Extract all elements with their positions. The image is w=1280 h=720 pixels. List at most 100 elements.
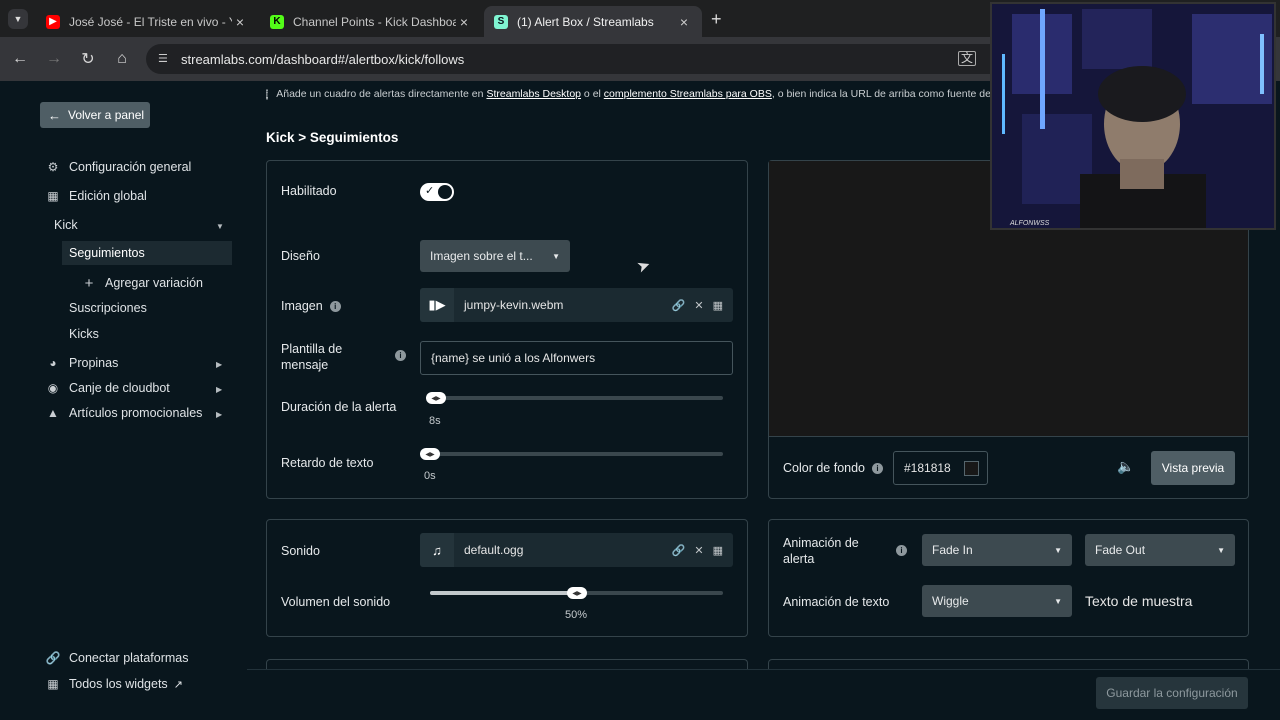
- webcam-overlay: ALFONWSS: [990, 2, 1276, 230]
- sound-label: Sonido: [281, 544, 320, 558]
- browser-tab-kick[interactable]: K Channel Points - Kick Dashboar ×: [260, 6, 482, 37]
- widgets-icon: ▦: [47, 677, 59, 691]
- sound-file-field[interactable]: ♫ default.ogg 🔗 ✕ ▦: [420, 533, 733, 567]
- close-icon[interactable]: ✕: [694, 299, 703, 312]
- color-swatch[interactable]: [964, 461, 979, 476]
- duration-value: 8s: [429, 415, 441, 427]
- duration-label: Duración de la alerta: [281, 400, 397, 414]
- info-icon: i: [329, 300, 341, 312]
- obs-plugin-link[interactable]: complemento Streamlabs para OBS: [604, 88, 772, 100]
- template-label: Plantilla de mensaje: [281, 342, 343, 372]
- tab-search-button[interactable]: ▼: [8, 9, 28, 29]
- bg-color-input[interactable]: #181818: [893, 451, 988, 485]
- browser-tab-streamlabs[interactable]: S (1) Alert Box / Streamlabs ×: [484, 6, 702, 37]
- save-settings-button[interactable]: Guardar la configuración: [1096, 677, 1248, 709]
- close-tab-icon[interactable]: ×: [676, 14, 692, 30]
- volume-value: 50%: [565, 609, 588, 621]
- text-delay-label: Retardo de texto: [281, 456, 374, 470]
- sample-text: Texto de muestra: [1085, 593, 1193, 609]
- forward-arrow-icon[interactable]: →: [42, 47, 66, 71]
- sidebar-item-follows[interactable]: Seguimientos: [62, 241, 232, 265]
- mouse-cursor-icon: ➤: [634, 256, 654, 277]
- animation-in-select[interactable]: Fade In ▼: [922, 534, 1072, 566]
- design-label: Diseño: [281, 249, 320, 263]
- back-to-panel-button[interactable]: ← Volver a panel: [40, 102, 150, 128]
- webcam-image: [992, 4, 1274, 228]
- sidebar-item-subscriptions[interactable]: Suscripciones: [69, 301, 147, 315]
- home-icon[interactable]: ⌂: [110, 47, 134, 71]
- sidebar-item-merch[interactable]: ▲ Artículos promocionales: [46, 406, 202, 420]
- all-widgets-link[interactable]: ▦ Todos los widgets ↗: [46, 677, 183, 691]
- enabled-toggle[interactable]: ✓: [420, 183, 454, 201]
- animation-out-select[interactable]: Fade Out ▼: [1085, 534, 1235, 566]
- gear-icon: ⚙: [47, 160, 59, 174]
- volume-slider-fill: [430, 591, 577, 595]
- caret-down-icon: ▼: [552, 251, 560, 261]
- caret-down-icon: ▼: [1217, 545, 1225, 555]
- streamlabs-desktop-link[interactable]: Streamlabs Desktop: [486, 88, 581, 100]
- sidebar-item-cloudbot[interactable]: ◉ Canje de cloudbot: [46, 381, 170, 395]
- close-icon[interactable]: ✕: [694, 544, 703, 557]
- caret-down-icon: ▼: [1054, 545, 1062, 555]
- translate-icon[interactable]: 文: [958, 51, 977, 66]
- kick-icon: K: [270, 14, 284, 29]
- site-info-icon[interactable]: ☰: [158, 52, 168, 65]
- text-delay-slider[interactable]: [424, 452, 723, 456]
- gallery-icon[interactable]: ▦: [713, 299, 723, 312]
- streamlabs-icon: S: [494, 14, 508, 29]
- grid-icon: ▦: [47, 189, 59, 203]
- shirt-icon: ▲: [47, 406, 59, 420]
- link-icon[interactable]: 🔗: [672, 299, 686, 312]
- volume-icon[interactable]: 🔈: [1117, 458, 1134, 475]
- message-template-input[interactable]: {name} se unió a los Alfonwers: [420, 341, 733, 375]
- caret-right-icon: ▶: [216, 385, 223, 394]
- alert-animation-label: Animación de alerta: [783, 536, 859, 566]
- youtube-icon: ▶: [46, 14, 60, 29]
- connect-platforms-link[interactable]: 🔗 Conectar plataformas: [46, 651, 189, 665]
- text-delay-value: 0s: [424, 470, 436, 482]
- volume-label: Volumen del sonido: [281, 595, 391, 609]
- sidebar-item-general-settings[interactable]: ⚙ Configuración general: [46, 160, 192, 174]
- coin-icon: ◕: [49, 356, 57, 370]
- browser-tab-youtube[interactable]: ▶ José José - El Triste en vivo - You ×: [36, 6, 258, 37]
- breadcrumb: Kick > Seguimientos: [266, 130, 399, 145]
- check-icon: ✓: [425, 185, 435, 197]
- webcam-overlay-text: ALFONWSS: [1010, 220, 1050, 227]
- sidebar-item-add-variation[interactable]: + Agregar variación: [82, 274, 203, 292]
- new-tab-button[interactable]: +: [711, 9, 722, 30]
- link-icon[interactable]: 🔗: [672, 544, 686, 557]
- info-icon: i: [872, 462, 884, 474]
- plus-icon: +: [84, 274, 94, 292]
- info-icon: i: [266, 88, 269, 100]
- url-text: streamlabs.com/dashboard#/alertbox/kick/…: [181, 51, 465, 67]
- sidebar-item-kicks[interactable]: Kicks: [69, 327, 99, 341]
- image-file-field[interactable]: ▮▶ jumpy-kevin.webm 🔗 ✕ ▦: [420, 288, 733, 322]
- gallery-icon[interactable]: ▦: [713, 544, 723, 557]
- text-animation-select[interactable]: Wiggle ▼: [922, 585, 1072, 617]
- reload-icon[interactable]: ↻: [76, 47, 100, 71]
- sidebar-item-tips[interactable]: ◕ Propinas: [46, 356, 118, 370]
- back-arrow-icon[interactable]: ←: [8, 47, 32, 71]
- caret-down-icon: ▼: [1054, 596, 1062, 606]
- duration-slider-handle[interactable]: ◀▶: [426, 392, 446, 404]
- link-icon: 🔗: [45, 651, 61, 665]
- animation-panel: Animación de alerta i Fade In ▼ Fade Out…: [768, 519, 1249, 637]
- preview-button[interactable]: Vista previa: [1151, 451, 1235, 485]
- close-tab-icon[interactable]: ×: [232, 14, 248, 30]
- next-panel-edge: [768, 659, 1249, 669]
- settings-panel: Habilitado ✓ Diseño Imagen sobre el t...…: [266, 160, 748, 499]
- close-tab-icon[interactable]: ×: [456, 14, 472, 30]
- caret-down-icon: ▼: [216, 222, 224, 231]
- duration-slider[interactable]: [430, 396, 723, 400]
- design-select[interactable]: Imagen sobre el t... ▼: [420, 240, 570, 272]
- text-delay-slider-handle[interactable]: ◀▶: [420, 448, 440, 460]
- caret-right-icon: ▶: [216, 410, 223, 419]
- volume-slider-handle[interactable]: ◀▶: [567, 587, 587, 599]
- sidebar-item-global-edit[interactable]: ▦ Edición global: [46, 189, 147, 203]
- video-camera-icon: ▮▶: [420, 288, 454, 322]
- address-bar[interactable]: ☰ streamlabs.com/dashboard#/alertbox/kic…: [146, 44, 1016, 74]
- text-animation-label: Animación de texto: [783, 595, 890, 609]
- sidebar-item-kick[interactable]: Kick: [54, 218, 78, 232]
- arrow-left-icon: ←: [48, 107, 61, 123]
- info-icon: i: [896, 545, 907, 556]
